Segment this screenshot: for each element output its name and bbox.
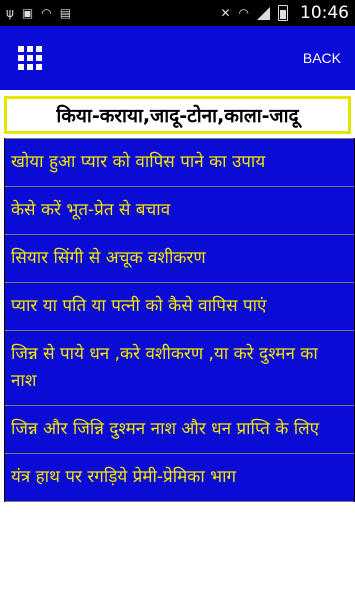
title-box: किया-कराया,जादू-टोना,काला-जादू: [4, 96, 351, 134]
list-item[interactable]: सियार सिंगी से अचूक वशीकरण: [5, 234, 354, 282]
mute-icon: ✕: [220, 6, 231, 20]
grid-menu-icon[interactable]: [18, 46, 42, 70]
back-button[interactable]: BACK: [301, 44, 343, 72]
list-item[interactable]: खोया हुआ प्यार को वापिस पाने का उपाय: [5, 138, 354, 186]
wifi-signal-icon: ◠: [238, 6, 249, 20]
battery-icon: [278, 5, 288, 21]
status-time: 10:46: [300, 3, 349, 23]
app-bar: BACK: [0, 26, 355, 90]
list-item[interactable]: जिन्न से पाये धन ,करे वशीकरण ,या करे दुश…: [5, 330, 354, 405]
title-wrap: किया-कराया,जादू-टोना,काला-जादू: [0, 90, 355, 134]
list-item[interactable]: केसे करें भूत-प्रेत से बचाव: [5, 186, 354, 234]
status-right: ✕ ◠ 10:46: [220, 3, 349, 23]
list-item[interactable]: जिन्न और जिन्नि दुश्मन नाश और धन प्राप्त…: [5, 405, 354, 453]
topic-list: खोया हुआ प्यार को वापिस पाने का उपाय केस…: [4, 138, 355, 502]
sd-card-icon: ▤: [59, 6, 72, 20]
image-icon: ▣: [21, 6, 34, 20]
wifi-icon: ◠: [41, 6, 52, 20]
usb-icon: ψ: [6, 6, 14, 20]
status-bar: ψ ▣ ◠ ▤ ✕ ◠ 10:46: [0, 0, 355, 26]
page-title: किया-कराया,जादू-टोना,काला-जादू: [56, 105, 299, 127]
list-item[interactable]: प्यार या पति या पत्नी को कैसे वापिस पाएं: [5, 282, 354, 330]
status-left: ψ ▣ ◠ ▤: [6, 7, 71, 19]
list-item[interactable]: यंत्र हाथ पर रगड़िये प्रेमी-प्रेमिका भाग: [5, 453, 354, 502]
signal-icon: [257, 6, 270, 20]
